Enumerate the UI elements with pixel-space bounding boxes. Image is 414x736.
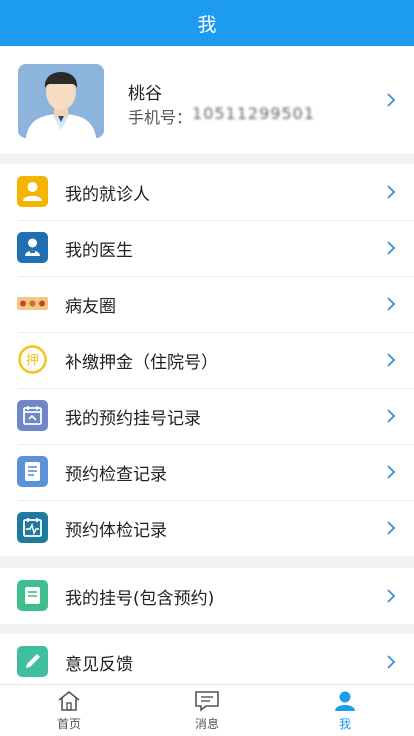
menu-item-health-check-records[interactable]: 预约体检记录 bbox=[0, 500, 414, 556]
menu-group-main: 我的就诊人 我的医生 病友圈 押 补缴押金（住院号） 我的预约挂号记录 预约检查… bbox=[0, 164, 414, 556]
user-name: 桃谷 bbox=[128, 84, 162, 104]
user-phone: 手机号： 10511299501 bbox=[128, 104, 315, 128]
bottom-tab-bar: 首页 消息 我 bbox=[0, 684, 414, 736]
menu-group-registration: 我的挂号(包含预约) bbox=[0, 568, 414, 624]
registration-icon bbox=[17, 580, 48, 611]
menu-item-label: 预约体检记录 bbox=[65, 520, 167, 541]
tab-label: 首页 bbox=[56, 717, 81, 731]
svg-text:押: 押 bbox=[26, 354, 39, 369]
phone-label: 手机号： bbox=[128, 108, 193, 127]
tab-messages[interactable]: 消息 bbox=[138, 685, 276, 736]
user-icon bbox=[332, 690, 358, 712]
tab-me[interactable]: 我 bbox=[276, 685, 414, 736]
menu-item-feedback[interactable]: 意见反馈 bbox=[0, 634, 414, 690]
tab-home[interactable]: 首页 bbox=[0, 685, 138, 736]
chevron-right-icon bbox=[384, 93, 398, 107]
menu-item-label: 我的预约挂号记录 bbox=[65, 408, 201, 429]
menu-item-my-patients[interactable]: 我的就诊人 bbox=[0, 164, 414, 220]
menu-item-deposit[interactable]: 押 补缴押金（住院号） bbox=[0, 332, 414, 388]
menu-item-label: 我的医生 bbox=[65, 240, 133, 261]
page-title: 我 bbox=[197, 13, 217, 36]
menu-group-feedback: 意见反馈 bbox=[0, 634, 414, 690]
menu-item-my-registrations[interactable]: 我的挂号(包含预约) bbox=[0, 568, 414, 624]
patient-icon bbox=[17, 176, 48, 207]
home-icon bbox=[56, 690, 82, 712]
chevron-right-icon bbox=[384, 297, 398, 311]
menu-item-my-doctors[interactable]: 我的医生 bbox=[0, 220, 414, 276]
health-check-icon bbox=[17, 512, 48, 543]
menu-item-label: 预约检查记录 bbox=[65, 464, 167, 485]
chevron-right-icon bbox=[384, 185, 398, 199]
menu-item-exam-records[interactable]: 预约检查记录 bbox=[0, 444, 414, 500]
avatar bbox=[18, 64, 104, 138]
exam-record-icon bbox=[17, 456, 48, 487]
doctor-icon bbox=[17, 232, 48, 263]
chevron-right-icon bbox=[384, 655, 398, 669]
page-header: 我 bbox=[0, 0, 414, 46]
profile-card[interactable]: 桃谷 手机号： 10511299501 bbox=[0, 46, 414, 154]
menu-item-label: 我的挂号(包含预约) bbox=[65, 588, 215, 609]
menu-item-community[interactable]: 病友圈 bbox=[0, 276, 414, 332]
chevron-right-icon bbox=[384, 353, 398, 367]
community-icon bbox=[17, 288, 48, 319]
message-icon bbox=[194, 690, 220, 712]
chevron-right-icon bbox=[384, 465, 398, 479]
menu-item-registration-records[interactable]: 我的预约挂号记录 bbox=[0, 388, 414, 444]
tab-label: 消息 bbox=[194, 717, 219, 731]
deposit-icon: 押 bbox=[17, 344, 48, 375]
chevron-right-icon bbox=[384, 589, 398, 603]
menu-item-label: 我的就诊人 bbox=[65, 184, 150, 205]
calendar-icon bbox=[17, 400, 48, 431]
menu-item-label: 病友圈 bbox=[65, 296, 116, 317]
menu-item-label: 意见反馈 bbox=[65, 654, 133, 675]
chevron-right-icon bbox=[384, 241, 398, 255]
chevron-right-icon bbox=[384, 409, 398, 423]
menu-item-label: 补缴押金（住院号） bbox=[65, 352, 218, 373]
chevron-right-icon bbox=[384, 521, 398, 535]
phone-value: 10511299501 bbox=[192, 104, 315, 123]
feedback-icon bbox=[17, 646, 48, 677]
tab-label: 我 bbox=[338, 717, 351, 731]
